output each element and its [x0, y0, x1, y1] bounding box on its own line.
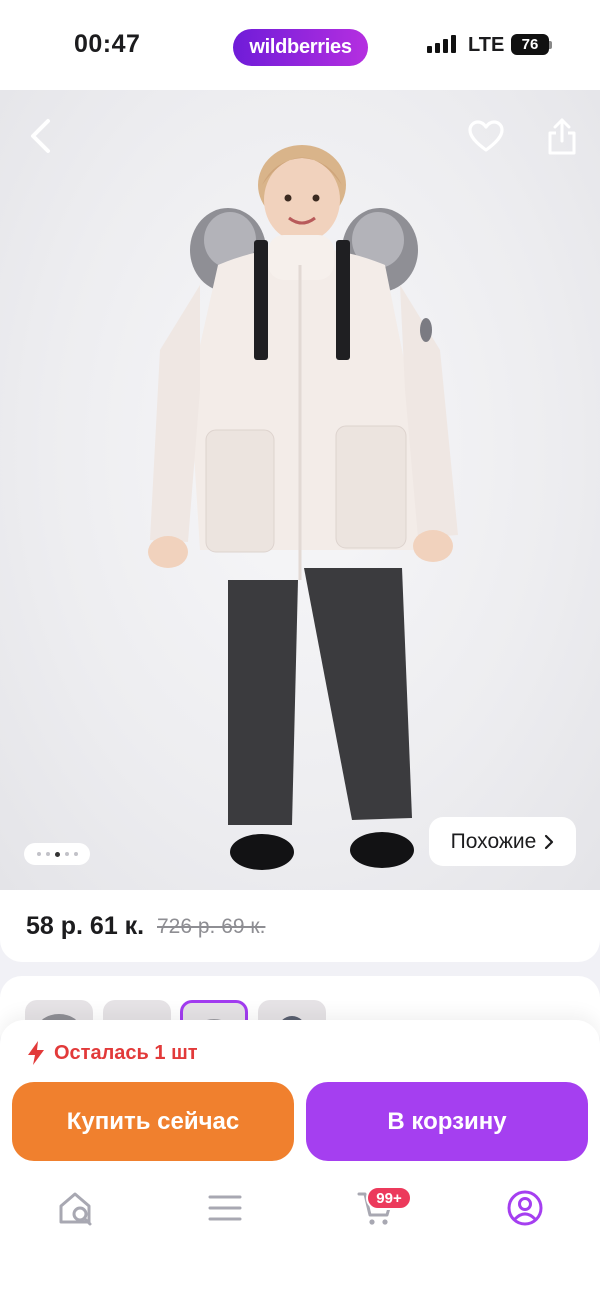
share-icon — [548, 118, 576, 155]
status-time: 00:47 — [74, 30, 141, 58]
chevron-right-icon — [545, 834, 554, 849]
favorite-button[interactable] — [465, 116, 507, 156]
battery-cap — [549, 41, 552, 49]
profile-icon — [507, 1190, 543, 1226]
home-search-icon — [59, 1192, 92, 1226]
chevron-left-icon — [31, 119, 50, 153]
heart-icon — [468, 120, 504, 152]
battery-icon: 76 — [511, 34, 549, 55]
tab-catalog[interactable] — [205, 1188, 245, 1228]
signal-icon — [427, 35, 456, 53]
current-price: 58 р. 61 к. — [26, 912, 145, 940]
similar-label: Похожие — [450, 829, 537, 853]
network-type: LTE — [468, 34, 505, 56]
pagination-dot — [64, 852, 69, 856]
share-button[interactable] — [542, 114, 582, 158]
product-image-gallery[interactable]: Похожие — [0, 90, 600, 890]
gallery-pagination — [24, 843, 90, 865]
product-photo — [148, 145, 458, 870]
tab-profile[interactable] — [505, 1188, 545, 1228]
cart-badge: 99+ — [366, 1186, 412, 1210]
pagination-dot-active — [54, 851, 60, 857]
back-button[interactable] — [22, 116, 58, 156]
stock-warning: Осталась 1 шт — [26, 1040, 198, 1066]
pagination-dot — [36, 852, 41, 856]
similar-button[interactable]: Похожие — [429, 817, 576, 866]
brand-logo: wildberries — [233, 29, 368, 66]
tab-home[interactable] — [55, 1188, 95, 1228]
buy-now-button[interactable]: Купить сейчас — [12, 1082, 294, 1161]
old-price: 726 р. 69 к. — [157, 915, 266, 938]
stock-text: Осталась 1 шт — [54, 1041, 198, 1064]
status-bar: 00:47 wildberries LTE 76 — [0, 0, 600, 90]
lightning-icon — [28, 1041, 44, 1065]
pagination-dot — [73, 852, 78, 856]
tab-bar — [0, 1160, 600, 1265]
pagination-dot — [45, 852, 50, 856]
price-card: 58 р. 61 к. 726 р. 69 к. — [0, 890, 600, 962]
add-to-cart-button[interactable]: В корзину — [306, 1082, 588, 1161]
menu-icon — [208, 1195, 242, 1221]
